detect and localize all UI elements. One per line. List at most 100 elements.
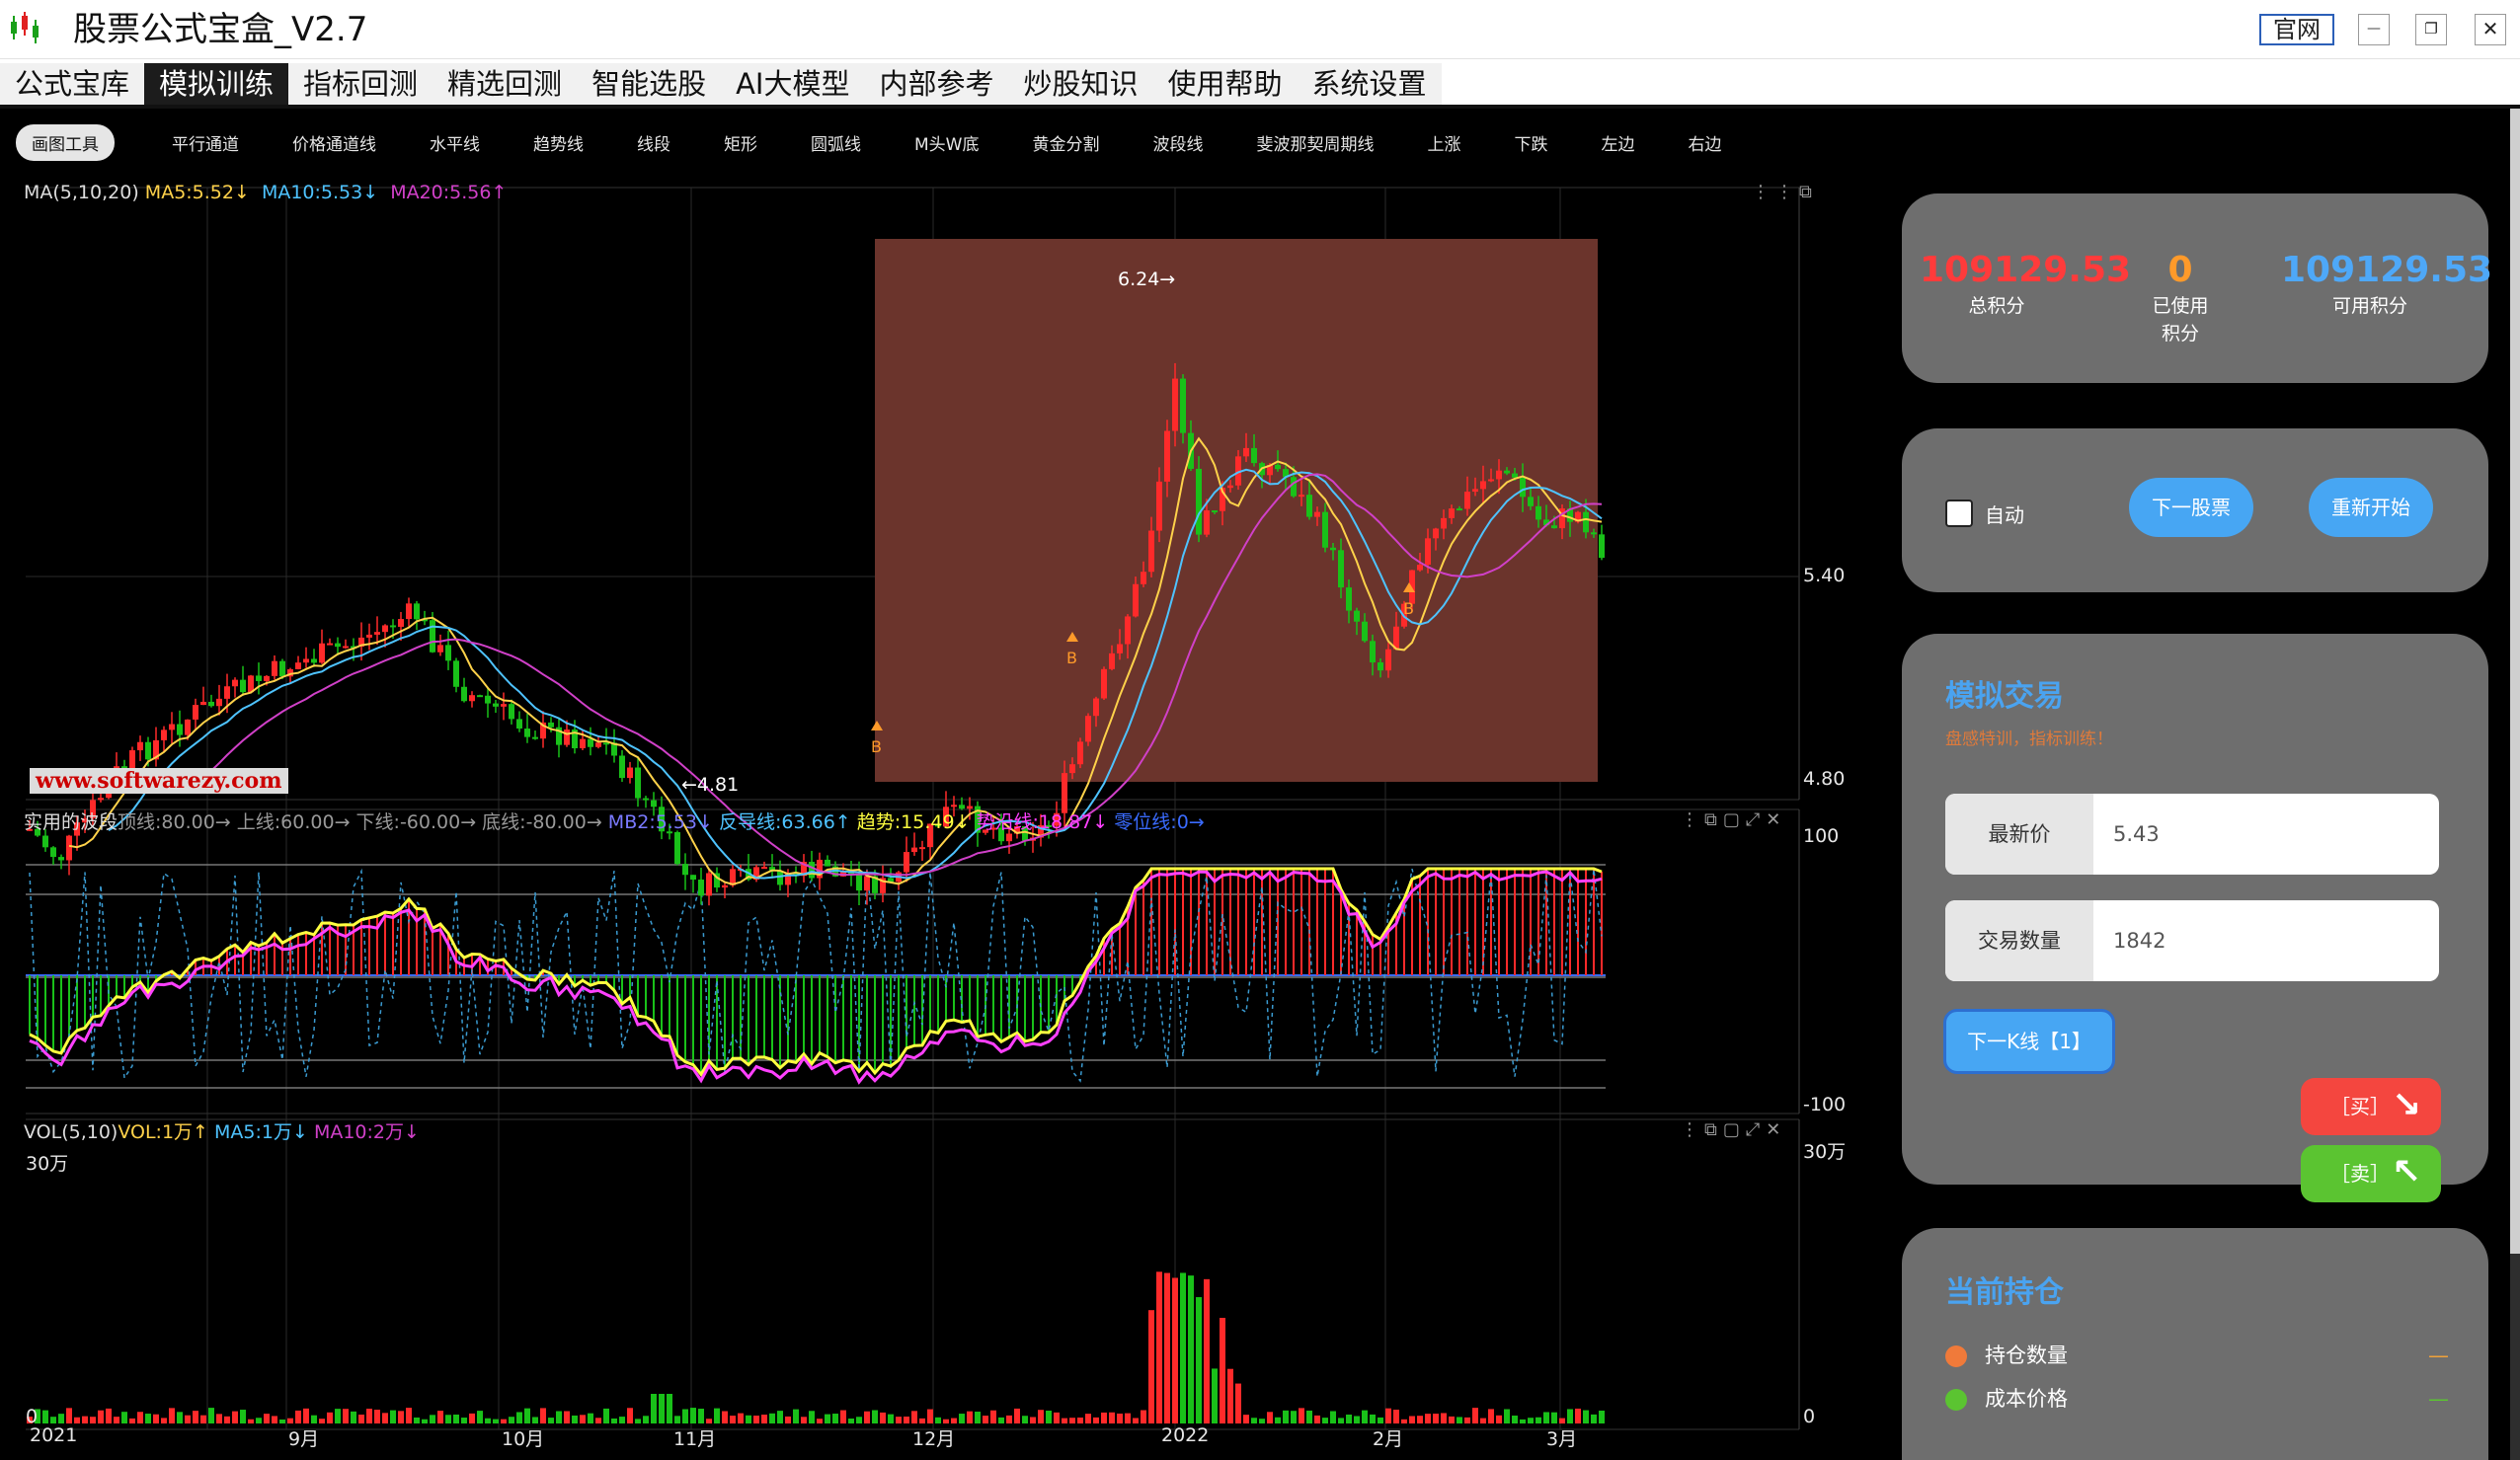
candle-body [1528,497,1534,506]
volume-bar [453,1414,459,1423]
candle-body [1441,517,1447,529]
volume-bar [532,1417,538,1423]
menu-settings[interactable]: 系统设置 [1298,63,1442,105]
next-stock-button[interactable]: 下一股票 [2129,478,2253,537]
volume-bar [382,1413,388,1423]
kline-chart-area[interactable]: B B B MA(5,10,20) MA5:5.52↓ MA10:5.53↓ MA2… [0,178,1866,1460]
menu-help[interactable]: 使用帮助 [1153,63,1298,105]
buy-button[interactable]: ［买］ ↘ [2301,1078,2441,1135]
tool-price-channel[interactable]: 价格通道线 [292,130,376,155]
tool-rectangle[interactable]: 矩形 [724,130,757,155]
wave-legend-name: 实用的波段 [24,811,118,833]
candle-body [690,875,696,881]
trade-quantity-field[interactable]: 交易数量 1842 [1945,900,2439,981]
title-bar: 股票公式宝盒_V2.7 官网 — ❐ ✕ [0,0,2520,59]
volume-bar [343,1409,349,1423]
position-cost-label: 成本价格 [1985,1387,2068,1411]
menu-simulation-training[interactable]: 模拟训练 [144,63,289,105]
wave-legend: 实用的波段顶线:80.00→ 上线:60.00→ 下线:-60.00→ 底线:-… [24,807,1205,834]
volume-bar [1156,1271,1162,1423]
candle-body [1480,481,1486,490]
minimize-button[interactable]: — [2358,14,2390,45]
menu-stock-knowledge[interactable]: 炒股知识 [1009,63,1153,105]
auto-checkbox[interactable] [1945,499,1973,527]
wave-axis-bottom: -100 [1803,1094,1847,1115]
tool-parallel-channel[interactable]: 平行通道 [172,130,239,155]
position-row-quantity: 持仓数量 — [1945,1341,2449,1370]
volume-bar [801,1417,807,1423]
volume-bar [588,1413,593,1423]
volume-bar [706,1419,712,1423]
official-site-button[interactable]: 官网 [2259,14,2334,45]
tool-drawing-tools[interactable]: 画图工具 [16,123,115,161]
sell-button[interactable]: ［卖］ ↖ [2301,1145,2441,1202]
current-position-card: 当前持仓 持仓数量 — 成本价格 — [1902,1228,2488,1460]
menu-selected-backtest[interactable]: 精选回测 [433,63,577,105]
volume-bar [1251,1418,1257,1423]
right-panel: 109129.53 总积分 0 已使用 积分 109129.53 可用积分 自动 … [1866,178,2520,1460]
candle-body [1464,492,1470,509]
menu-ai-model[interactable]: AI大模型 [721,63,864,105]
tool-horizontal-line[interactable]: 水平线 [430,130,480,155]
volume-bar [967,1411,973,1423]
candle-body [1275,464,1281,470]
volume-bar [50,1417,56,1423]
tool-segment[interactable]: 线段 [637,130,670,155]
trade-quantity-input[interactable]: 1842 [2113,900,2166,981]
candle-body [445,645,451,661]
next-kline-button[interactable]: 下一K线【1】 [1943,1009,2115,1074]
scrollbar-thumb[interactable] [2510,109,2520,1254]
date-label: 12月 [912,1428,956,1450]
restore-button[interactable]: ❐ [2415,14,2447,45]
buy-marker-label: B [871,737,882,756]
volume-bar [1464,1417,1470,1423]
tool-arc[interactable]: 圆弧线 [811,130,861,155]
tool-m-top-w-bottom[interactable]: M头W底 [914,130,979,155]
tool-wave-line[interactable]: 波段线 [1152,130,1203,155]
candle-body [1362,621,1368,642]
close-button[interactable]: ✕ [2475,14,2506,45]
menu-formula-library[interactable]: 公式宝库 [0,63,144,105]
volume-pane-tools-icon[interactable]: ⋮⧉▢⤢✕ [1681,1119,1786,1140]
volume-bar [880,1412,886,1423]
tool-right[interactable]: 右边 [1688,130,1721,155]
tool-down[interactable]: 下跌 [1514,130,1547,155]
candle-body [1322,511,1328,548]
candle-body [1583,511,1589,533]
menu-internal-reference[interactable]: 内部参考 [864,63,1008,105]
candle-body [177,724,183,735]
candle-body [406,603,412,620]
candle-body [1180,378,1186,433]
candle-body [627,767,633,779]
volume-bar [793,1409,799,1423]
tool-up[interactable]: 上涨 [1427,130,1460,155]
candle-body [453,660,459,687]
candle-body [1164,430,1170,482]
volume-bar [1141,1410,1146,1423]
wave-pane-tools-icon[interactable]: ⋮⧉▢⤢✕ [1681,809,1786,830]
candle-body [1069,764,1075,774]
candle-body [1378,662,1383,671]
volume-bar [216,1414,222,1423]
volume-bar [619,1417,625,1423]
date-label: 11月 [673,1428,717,1450]
tool-left[interactable]: 左边 [1601,130,1634,155]
volume-bar [872,1410,878,1423]
date-label: 2021 [30,1424,78,1446]
tool-golden-section[interactable]: 黄金分割 [1032,130,1099,155]
candle-body [722,884,728,888]
tool-trend-line[interactable]: 趋势线 [533,130,584,155]
price-pane-settings-icon[interactable]: ⋮⋮⧉ [1752,182,1818,202]
tool-fibonacci-cycle[interactable]: 斐波那契周期线 [1256,130,1374,155]
volume-bar [1291,1411,1297,1423]
candle-body [1488,479,1494,482]
candle-body [1093,698,1099,717]
menu-smart-picking[interactable]: 智能选股 [577,63,721,105]
volume-bar [1449,1416,1455,1423]
volume-bar [445,1415,451,1423]
restart-button[interactable]: 重新开始 [2309,478,2433,537]
candle-body [1425,538,1431,566]
candle-body [1085,716,1091,742]
candle-body [1536,505,1541,520]
menu-indicator-backtest[interactable]: 指标回测 [288,63,433,105]
